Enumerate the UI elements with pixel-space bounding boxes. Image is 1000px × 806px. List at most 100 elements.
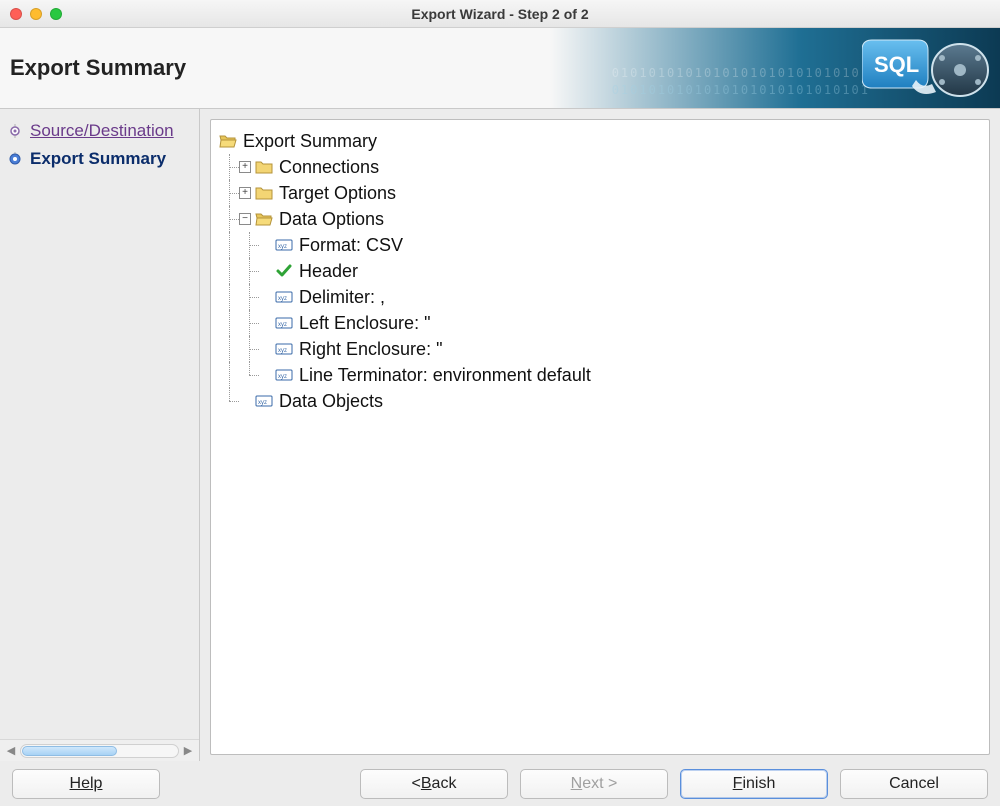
wizard-step-export-summary[interactable]: Export Summary bbox=[8, 145, 199, 173]
button-accel: F bbox=[733, 775, 743, 793]
tree-node-export-summary[interactable]: Export Summary bbox=[219, 128, 981, 154]
next-button: Next > bbox=[520, 769, 668, 799]
decorative-binary-text: 0101010101010101010101010101 bbox=[612, 66, 870, 80]
tree-label: Line Terminator: environment default bbox=[299, 365, 591, 386]
tree-guide bbox=[239, 310, 259, 336]
tree-guide bbox=[219, 206, 239, 232]
tree-node-connections[interactable]: + Connections bbox=[219, 154, 981, 180]
button-suffix: ext > bbox=[582, 775, 617, 793]
cancel-button[interactable]: Cancel bbox=[840, 769, 988, 799]
window-title: Export Wizard - Step 2 of 2 bbox=[0, 6, 1000, 22]
tree-expander-spacer bbox=[259, 265, 271, 277]
tree-guide bbox=[219, 362, 239, 388]
folder-open-icon bbox=[219, 133, 237, 149]
tree-node-data-options[interactable]: − Data Options bbox=[219, 206, 981, 232]
wizard-steps-list: Source/Destination Export Summary bbox=[0, 109, 199, 739]
tree-guide bbox=[219, 232, 239, 258]
decorative-binary-text: 0101010101010101010101010101 bbox=[612, 83, 870, 97]
content-area: Source/Destination Export Summary ◀ ▶ bbox=[0, 109, 1000, 761]
tree-guide bbox=[219, 388, 239, 414]
tree-label: Right Enclosure: " bbox=[299, 339, 442, 360]
scroll-right-arrow-icon[interactable]: ▶ bbox=[181, 744, 195, 758]
tree-guide bbox=[239, 284, 259, 310]
tree-label: Target Options bbox=[279, 183, 396, 204]
tree-guide bbox=[219, 310, 239, 336]
svg-text:xyz: xyz bbox=[278, 244, 287, 250]
tree-node-target-options[interactable]: + Target Options bbox=[219, 180, 981, 206]
page-title: Export Summary bbox=[10, 55, 186, 81]
scroll-thumb[interactable] bbox=[22, 746, 117, 756]
step-bullet-current-icon bbox=[8, 152, 22, 166]
checkmark-icon bbox=[275, 263, 293, 279]
tree-label: Export Summary bbox=[243, 131, 377, 152]
button-suffix: ack bbox=[432, 775, 457, 793]
help-button[interactable]: Help bbox=[12, 769, 160, 799]
window: Export Wizard - Step 2 of 2 Export Summa… bbox=[0, 0, 1000, 806]
xyz-property-icon: xyz bbox=[275, 315, 293, 331]
button-suffix: inish bbox=[742, 775, 775, 793]
svg-text:SQL: SQL bbox=[874, 52, 919, 77]
tree-guide bbox=[219, 336, 239, 362]
scroll-left-arrow-icon[interactable]: ◀ bbox=[4, 744, 18, 758]
xyz-property-icon: xyz bbox=[275, 237, 293, 253]
tree-guide bbox=[239, 232, 259, 258]
tree-expander-plus[interactable]: + bbox=[239, 187, 251, 199]
tree-expander-plus[interactable]: + bbox=[239, 161, 251, 173]
tree-expander-minus[interactable]: − bbox=[239, 213, 251, 225]
tree-guide bbox=[219, 154, 239, 180]
close-window-button[interactable] bbox=[10, 8, 22, 20]
xyz-property-icon: xyz bbox=[275, 289, 293, 305]
sidebar-horizontal-scrollbar[interactable]: ◀ ▶ bbox=[0, 739, 199, 761]
tree-label: Format: CSV bbox=[299, 235, 403, 256]
finish-button[interactable]: Finish bbox=[680, 769, 828, 799]
wizard-step-label: Export Summary bbox=[30, 149, 166, 169]
titlebar: Export Wizard - Step 2 of 2 bbox=[0, 0, 1000, 28]
tree-guide bbox=[219, 180, 239, 206]
tree-node-left-enclosure[interactable]: xyz Left Enclosure: " bbox=[219, 310, 981, 336]
tree-node-line-terminator[interactable]: xyz Line Terminator: environment default bbox=[219, 362, 981, 388]
button-label: Help bbox=[70, 775, 103, 793]
tree-node-right-enclosure[interactable]: xyz Right Enclosure: " bbox=[219, 336, 981, 362]
wizard-step-source-destination[interactable]: Source/Destination bbox=[8, 117, 199, 145]
tree-node-delimiter[interactable]: xyz Delimiter: , bbox=[219, 284, 981, 310]
main-panel-wrap: Export Summary + Connections + bbox=[200, 109, 1000, 761]
tree-expander-spacer bbox=[259, 343, 271, 355]
xyz-property-icon: xyz bbox=[275, 341, 293, 357]
folder-closed-icon bbox=[255, 185, 273, 201]
button-accel: B bbox=[421, 775, 432, 793]
wizard-footer: Help < Back Next > Finish Cancel bbox=[0, 761, 1000, 806]
tree-node-header[interactable]: Header bbox=[219, 258, 981, 284]
minimize-window-button[interactable] bbox=[30, 8, 42, 20]
wizard-header: Export Summary 0101010101010101010101010… bbox=[0, 28, 1000, 109]
tree-label: Data Options bbox=[279, 209, 384, 230]
tree-label: Data Objects bbox=[279, 391, 383, 412]
svg-text:xyz: xyz bbox=[278, 296, 287, 302]
folder-open-icon bbox=[255, 211, 273, 227]
folder-closed-icon bbox=[255, 159, 273, 175]
tree-label: Header bbox=[299, 261, 358, 282]
zoom-window-button[interactable] bbox=[50, 8, 62, 20]
tree-label: Connections bbox=[279, 157, 379, 178]
scroll-track[interactable] bbox=[20, 744, 179, 758]
tree-expander-spacer bbox=[259, 291, 271, 303]
step-bullet-visited-icon bbox=[8, 124, 22, 138]
tree-guide bbox=[239, 258, 259, 284]
traffic-lights bbox=[10, 8, 62, 20]
tree-expander-spacer bbox=[259, 239, 271, 251]
tree-label: Delimiter: , bbox=[299, 287, 385, 308]
wizard-step-label[interactable]: Source/Destination bbox=[30, 121, 174, 141]
tree-expander-spacer bbox=[259, 369, 271, 381]
button-prefix: < bbox=[412, 775, 421, 793]
button-label: Cancel bbox=[889, 775, 939, 793]
tree-label: Left Enclosure: " bbox=[299, 313, 430, 334]
svg-text:xyz: xyz bbox=[278, 322, 287, 328]
xyz-property-icon: xyz bbox=[255, 393, 273, 409]
tree-guide bbox=[219, 258, 239, 284]
tree-node-format[interactable]: xyz Format: CSV bbox=[219, 232, 981, 258]
tree-guide bbox=[219, 284, 239, 310]
tree-guide bbox=[239, 362, 259, 388]
back-button[interactable]: < Back bbox=[360, 769, 508, 799]
svg-text:xyz: xyz bbox=[258, 400, 267, 406]
svg-text:xyz: xyz bbox=[278, 374, 287, 380]
tree-node-data-objects[interactable]: xyz Data Objects bbox=[219, 388, 981, 414]
